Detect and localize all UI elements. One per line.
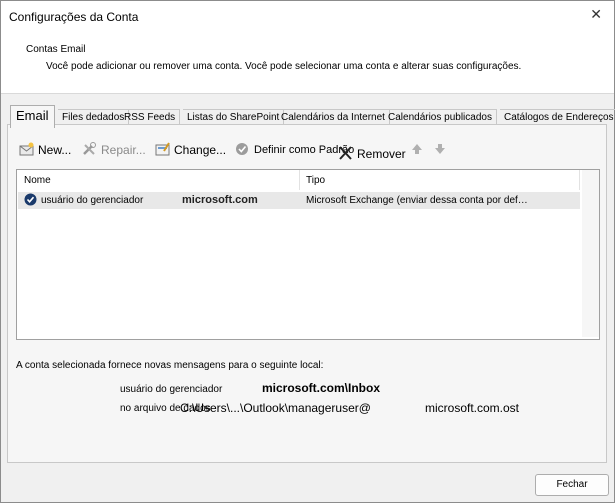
close-icon[interactable]: ✕ <box>590 6 602 23</box>
remove-label: Remover <box>357 147 406 161</box>
column-header-name[interactable]: Nome <box>18 170 300 190</box>
remove-button[interactable]: Remover <box>338 145 406 163</box>
account-type: Microsoft Exchange (enviar dessa conta p… <box>306 195 528 206</box>
x-icon <box>338 145 354 163</box>
repair-button[interactable]: Repair... <box>82 141 146 159</box>
tab-email[interactable]: Email <box>10 105 55 128</box>
account-name: usuário do gerenciador <box>41 195 144 206</box>
accounts-list[interactable]: Nome Tipo usuário do gerenciador microso… <box>16 169 600 340</box>
tools-icon <box>82 141 98 159</box>
data-file-path: C:\Users\...\Outlook\manageruser@ <box>180 401 371 415</box>
section-description: Você pode adicionar ou remover uma conta… <box>46 61 522 72</box>
data-file-domain: microsoft.com.ost <box>425 401 520 415</box>
arrow-down-icon <box>434 143 446 158</box>
column-header-type[interactable]: Tipo <box>300 170 580 190</box>
new-mail-icon <box>19 142 35 159</box>
move-up-button[interactable] <box>411 141 426 159</box>
set-default-button[interactable]: Definir como Padrão <box>235 141 354 159</box>
window-title: Configurações da Conta <box>9 10 139 24</box>
delivery-location-label: A conta selecionada fornece novas mensag… <box>16 360 324 371</box>
section-title: Contas Email <box>26 44 86 55</box>
close-button[interactable]: Fechar <box>535 474 609 496</box>
table-row[interactable]: usuário do gerenciador microsoft.com Mic… <box>18 192 580 209</box>
vertical-scrollbar[interactable] <box>582 170 599 337</box>
change-icon <box>155 141 171 159</box>
change-label: Change... <box>174 143 227 157</box>
new-button[interactable]: New... <box>19 141 71 159</box>
arrow-up-icon <box>411 143 423 158</box>
repair-label: Repair... <box>101 143 146 157</box>
change-button[interactable]: Change... <box>155 141 226 159</box>
inbox-path: microsoft.com\Inbox <box>262 381 381 395</box>
move-down-button[interactable] <box>434 141 449 159</box>
mailbox-name: usuário do gerenciador <box>120 384 223 395</box>
new-label: New... <box>38 143 72 157</box>
default-account-check-icon <box>24 193 37 212</box>
checkmark-circle-icon <box>235 142 251 159</box>
header-area: Configurações da Conta ✕ Contas Email Vo… <box>1 1 614 94</box>
account-domain: microsoft.com <box>182 194 258 206</box>
